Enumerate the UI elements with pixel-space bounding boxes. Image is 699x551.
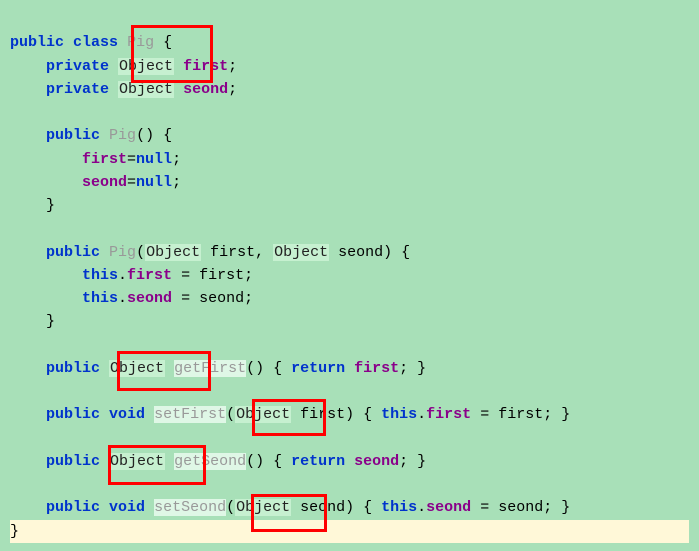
- code-line: this.first = first;: [10, 267, 253, 284]
- code-line: public void setFirst(Object first) { thi…: [10, 406, 570, 423]
- type-object: Object: [235, 499, 291, 516]
- code-line: public void setSeond(Object seond) { thi…: [10, 499, 570, 516]
- type-object: Object: [118, 58, 174, 75]
- code-line: first=null;: [10, 151, 181, 168]
- type-object: Object: [109, 453, 165, 470]
- type-object: Object: [118, 81, 174, 98]
- code-line: public Pig() {: [10, 127, 172, 144]
- code-editor: public class Pig { private Object first;…: [0, 0, 699, 551]
- code-line: seond=null;: [10, 174, 181, 191]
- code-line: public Pig(Object first, Object seond) {: [10, 244, 410, 261]
- code-line: }: [10, 520, 689, 543]
- type-object: Object: [109, 360, 165, 377]
- keyword-class: class: [73, 34, 118, 51]
- code-line: public class Pig {: [10, 34, 172, 51]
- blank-line: [10, 476, 19, 493]
- class-name: Pig: [127, 34, 154, 51]
- code-line: this.seond = seond;: [10, 290, 253, 307]
- method-name: setSeond: [154, 499, 226, 516]
- method-name: getSeond: [174, 453, 246, 470]
- type-object: Object: [235, 406, 291, 423]
- method-name: getFirst: [174, 360, 246, 377]
- keyword-public: public: [10, 34, 64, 51]
- blank-line: [10, 383, 19, 400]
- code-line: }: [10, 197, 55, 214]
- code-line: private Object first;: [10, 58, 237, 75]
- type-object: Object: [145, 244, 201, 261]
- blank-line: [10, 220, 19, 237]
- blank-line: [10, 337, 19, 354]
- code-line: private Object seond;: [10, 81, 237, 98]
- code-line: }: [10, 313, 55, 330]
- method-name: setFirst: [154, 406, 226, 423]
- blank-line: [10, 104, 19, 121]
- type-object: Object: [273, 244, 329, 261]
- code-line: public Object getSeond() { return seond;…: [10, 453, 426, 470]
- blank-line: [10, 430, 19, 447]
- code-line: public Object getFirst() { return first;…: [10, 360, 426, 377]
